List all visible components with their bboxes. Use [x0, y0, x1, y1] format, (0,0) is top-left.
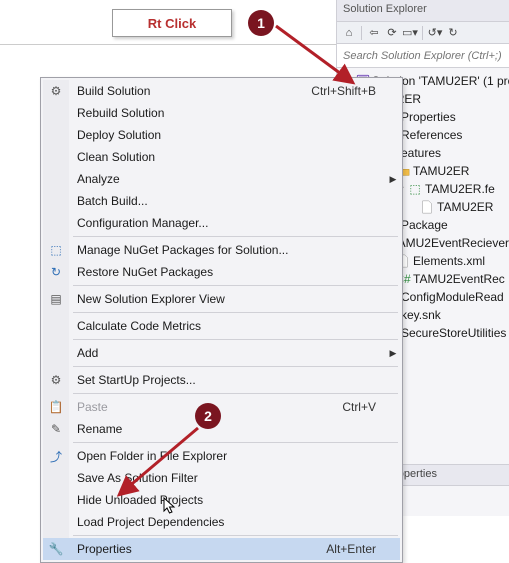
menu-paste: 📋PasteCtrl+V: [43, 396, 400, 418]
open-folder-icon: ⤴: [43, 445, 69, 467]
toolbar-separator: [422, 26, 423, 40]
menu-label: Add: [69, 346, 386, 360]
tree-label: ConfigModuleRead: [401, 288, 504, 306]
tree-label: eatures: [401, 144, 441, 162]
menu-label: Deploy Solution: [69, 128, 386, 142]
paste-icon: 📋: [43, 396, 69, 418]
menu-separator: [73, 339, 398, 340]
menu-separator: [73, 442, 398, 443]
menu-label: Rename: [69, 422, 386, 436]
toolbar-separator: [361, 26, 362, 40]
menu-properties[interactable]: 🔧 Properties Alt+Enter: [43, 538, 400, 560]
menu-open-folder[interactable]: ⤴Open Folder in File Explorer: [43, 445, 400, 467]
menu-label: New Solution Explorer View: [69, 292, 386, 306]
menu-label: Properties: [69, 542, 326, 556]
menu-deploy-solution[interactable]: Deploy Solution: [43, 124, 400, 146]
menu-separator: [73, 236, 398, 237]
tree-label: TAMU2ER.fe: [425, 180, 495, 198]
menu-label: Batch Build...: [69, 194, 386, 208]
menu-separator: [73, 285, 398, 286]
tree-label: Properties: [401, 108, 456, 126]
menu-restore-nuget[interactable]: ↻Restore NuGet Packages: [43, 261, 400, 283]
menu-label: Load Project Dependencies: [69, 515, 386, 529]
menu-label: Configuration Manager...: [69, 216, 386, 230]
menu-separator: [73, 366, 398, 367]
wrench-icon: 🔧: [43, 538, 69, 560]
search-input[interactable]: [341, 49, 505, 63]
menu-shortcut: Ctrl+Shift+B: [311, 84, 386, 98]
mouse-cursor-icon: [163, 497, 177, 515]
gear-icon: ⚙: [43, 369, 69, 391]
solution-explorer-toolbar: ⌂ ⇦ ⟳ ▭▾ ↺▾ ↻: [337, 22, 509, 44]
scope-icon[interactable]: ▭▾: [402, 25, 418, 41]
home-icon[interactable]: ⌂: [341, 25, 357, 41]
menu-separator: [73, 393, 398, 394]
tree-label: TAMU2ER: [413, 162, 469, 180]
solution-explorer-title: Solution Explorer: [337, 0, 509, 22]
solution-explorer-search[interactable]: [337, 44, 509, 68]
menu-shortcut: Alt+Enter: [326, 542, 386, 556]
menu-batch-build[interactable]: Batch Build...: [43, 190, 400, 212]
tab-strip-underline: [0, 44, 336, 45]
menu-label: Hide Unloaded Projects: [69, 493, 386, 507]
menu-rebuild-solution[interactable]: Rebuild Solution: [43, 102, 400, 124]
menu-calc-metrics[interactable]: Calculate Code Metrics: [43, 315, 400, 337]
menu-add[interactable]: Add▶: [43, 342, 400, 364]
tree-label: SecureStoreUtilities: [401, 324, 506, 342]
feature-icon: ⬚: [407, 181, 423, 197]
rename-icon: ✎: [43, 418, 69, 440]
tree-label: Elements.xml: [413, 252, 485, 270]
menu-build-solution[interactable]: ⚙ Build Solution Ctrl+Shift+B: [43, 80, 400, 102]
menu-analyze[interactable]: Analyze▶: [43, 168, 400, 190]
menu-separator: [73, 535, 398, 536]
menu-label: Clean Solution: [69, 150, 386, 164]
build-icon: ⚙: [43, 80, 69, 102]
history-icon[interactable]: ↺▾: [427, 25, 443, 41]
annotation-badge-2: 2: [195, 403, 221, 429]
menu-label: Rebuild Solution: [69, 106, 386, 120]
menu-shortcut: Ctrl+V: [342, 400, 386, 414]
rt-click-callout: Rt Click: [112, 9, 232, 37]
menu-load-deps[interactable]: Load Project Dependencies: [43, 511, 400, 533]
menu-clean-solution[interactable]: Clean Solution: [43, 146, 400, 168]
menu-label: Manage NuGet Packages for Solution...: [69, 243, 386, 257]
menu-label: Restore NuGet Packages: [69, 265, 386, 279]
menu-label: Build Solution: [69, 84, 311, 98]
tree-label: key.snk: [401, 306, 441, 324]
tree-label: TAMU2EventReciever: [391, 234, 509, 252]
menu-manage-nuget[interactable]: ⬚Manage NuGet Packages for Solution...: [43, 239, 400, 261]
sync-icon[interactable]: ⟳: [384, 25, 400, 41]
menu-configuration-manager[interactable]: Configuration Manager...: [43, 212, 400, 234]
new-view-icon: ▤: [43, 288, 69, 310]
menu-label: Calculate Code Metrics: [69, 319, 386, 333]
menu-save-filter[interactable]: Save As Solution Filter: [43, 467, 400, 489]
tree-label: References: [401, 126, 462, 144]
menu-label: Open Folder in File Explorer: [69, 449, 386, 463]
menu-set-startup[interactable]: ⚙Set StartUp Projects...: [43, 369, 400, 391]
back-icon[interactable]: ⇦: [366, 25, 382, 41]
menu-hide-unloaded[interactable]: Hide Unloaded Projects: [43, 489, 400, 511]
annotation-badge-1: 1: [248, 10, 274, 36]
menu-rename[interactable]: ✎Rename: [43, 418, 400, 440]
file-icon: [419, 199, 435, 215]
tree-label: Package: [401, 216, 448, 234]
menu-label: Set StartUp Projects...: [69, 373, 386, 387]
tree-label: TAMU2ER: [437, 198, 493, 216]
restore-icon: ↻: [43, 261, 69, 283]
menu-label: Save As Solution Filter: [69, 471, 386, 485]
refresh-icon[interactable]: ↻: [445, 25, 461, 41]
menu-new-se-view[interactable]: ▤New Solution Explorer View: [43, 288, 400, 310]
menu-separator: [73, 312, 398, 313]
nuget-icon: ⬚: [43, 239, 69, 261]
tree-label: TAMU2EventRec: [413, 270, 505, 288]
context-menu: ⚙ Build Solution Ctrl+Shift+B Rebuild So…: [40, 77, 403, 563]
menu-label: Analyze: [69, 172, 386, 186]
